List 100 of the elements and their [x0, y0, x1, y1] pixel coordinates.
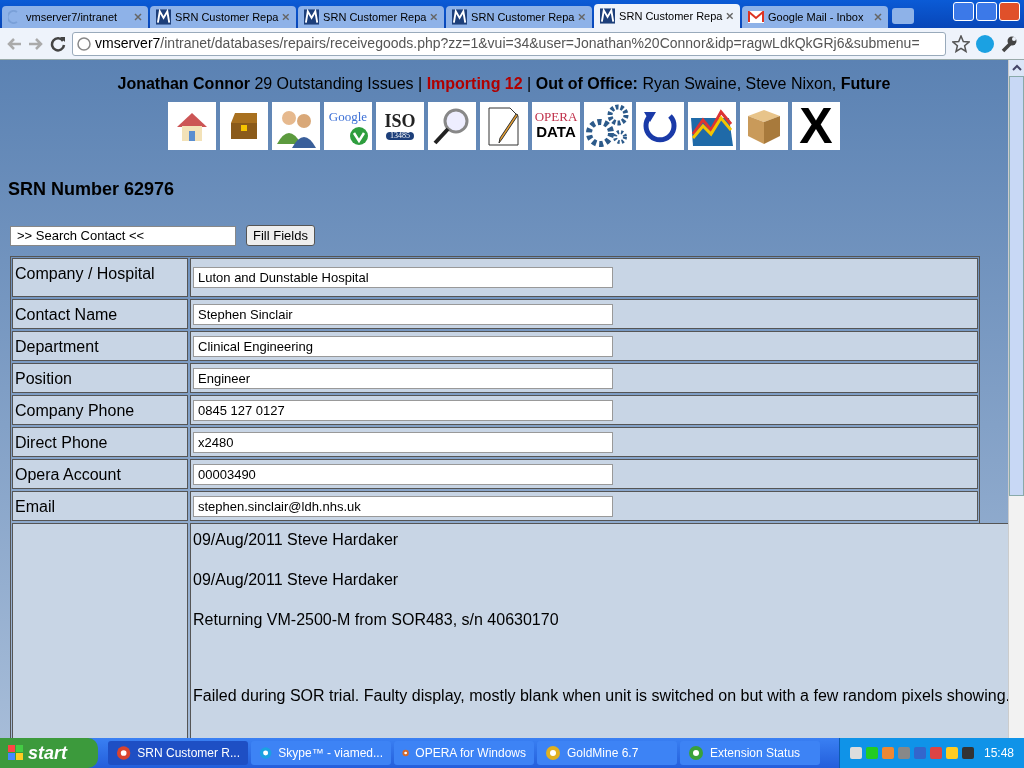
logo-icon [452, 9, 468, 25]
home-icon[interactable] [168, 102, 216, 150]
google-icon[interactable]: Google [324, 102, 372, 150]
tab-title: SRN Customer Repa [175, 9, 279, 25]
close-tab-icon[interactable] [578, 13, 586, 21]
taskbar-item[interactable]: OPERA for Windows [394, 741, 534, 765]
text-field[interactable]: Engineer [193, 367, 613, 389]
address-bar[interactable]: vmserver7/intranet/databases/repairs/receivegoods.php?zz=1&vui=34&user=Jonathan%20Connor&idp=ragwLdkQkGRj6&submenu= [72, 31, 946, 56]
taskbar-item[interactable]: SRN Customer R... [108, 741, 248, 765]
globe-icon [77, 36, 91, 51]
text-field[interactable]: Luton and Dunstable Hospital [193, 267, 613, 288]
text-field[interactable]: 0845 127 0127 [193, 399, 613, 421]
note-line: 09/Aug/2011 Steve Hardaker [193, 570, 400, 590]
close-tab-icon[interactable] [430, 13, 438, 21]
taskbar-item[interactable]: Extension Status [680, 741, 820, 765]
forward-icon[interactable] [28, 36, 44, 51]
page-title: SRN Number 62976 [8, 178, 176, 201]
clock: 15:48 [983, 745, 1014, 762]
iso-text: ISO [384, 112, 416, 130]
logo-icon [600, 8, 616, 24]
text-field[interactable]: Clinical Engineering [193, 335, 613, 357]
field-label: Department [12, 331, 188, 361]
taskbar-item-title: OPERA for Windows [415, 745, 526, 762]
close-tab-icon[interactable] [282, 13, 290, 21]
field-label: Opera Account [12, 459, 188, 489]
tab-title: vmserver7/intranet [26, 9, 119, 25]
taskbar-item-title: SRN Customer R... [137, 745, 240, 762]
gears-icon[interactable] [584, 102, 632, 150]
tab-title: SRN Customer Repa [619, 8, 723, 24]
close-tab-icon[interactable] [874, 13, 882, 21]
logo-icon [304, 9, 320, 25]
text-field[interactable]: Stephen Sinclair [193, 303, 613, 325]
taskbar-item-title: Extension Status [710, 745, 801, 762]
tray-icon[interactable] [961, 747, 974, 759]
tab-title: Google Mail - Inbox [768, 9, 865, 25]
iso-number: 13485 [386, 132, 414, 140]
close-tab-icon[interactable] [134, 13, 142, 21]
reload-icon[interactable] [50, 35, 66, 52]
app-icon [545, 745, 561, 761]
taskbar-item-title: GoldMine 6.7 [567, 745, 639, 762]
note-line: 09/Aug/2011 Steve Hardaker [193, 530, 400, 550]
chest-icon[interactable] [220, 102, 268, 150]
search-icon[interactable] [428, 102, 476, 150]
refresh-icon[interactable] [636, 102, 684, 150]
tab-title: SRN Customer Repa [323, 9, 427, 25]
fill-fields-button[interactable]: Fill Fields [246, 225, 315, 246]
note-line: Returning VM-2500-M from SOR483, s/n 40630170 [193, 610, 560, 630]
start-button[interactable]: start [0, 738, 98, 768]
search-field[interactable]: >> Search Contact << [10, 225, 236, 246]
browser-tab[interactable]: SRN Customer Repa [150, 6, 296, 28]
text-field[interactable]: x2480 [193, 431, 613, 453]
browser-tab[interactable]: vmserver7/intranet [2, 6, 148, 28]
windows-logo-icon [8, 745, 24, 761]
close-icon[interactable]: X [792, 102, 840, 150]
scroll-up-icon[interactable] [1009, 60, 1024, 76]
note-line: Failed during SOR trial. Faulty display, mostly blank when unit is switched on but with a few random pixels showing. [193, 686, 1008, 706]
people-icon[interactable] [272, 102, 320, 150]
data-text: DATA [536, 123, 576, 142]
taskbar-item-title: Skype™ - viamed... [278, 745, 383, 762]
back-icon[interactable] [6, 36, 22, 51]
field-label: Contact Name [12, 299, 188, 329]
browser-tab[interactable]: SRN Customer Repa [446, 6, 592, 28]
field-label: Email [12, 491, 188, 521]
taskbar-item[interactable]: Skype™ - viamed... [251, 741, 391, 765]
opera-text: OPERA [534, 110, 578, 124]
logo-icon [156, 9, 172, 25]
app-icon [116, 745, 132, 761]
star-icon[interactable] [952, 34, 970, 53]
taskbar-item[interactable]: GoldMine 6.7 [537, 741, 677, 765]
tab-title: SRN Customer Repa [471, 9, 575, 25]
field-label: Direct Phone [12, 427, 188, 457]
browser-tab[interactable]: SRN Customer Repa [298, 6, 444, 28]
scrollbar[interactable] [1008, 60, 1024, 738]
text-field[interactable]: stephen.sinclair@ldh.nhs.uk [193, 495, 613, 517]
chart-folder-icon[interactable] [688, 102, 736, 150]
browser-tab[interactable]: Google Mail - Inbox [742, 6, 888, 28]
tray-icon[interactable] [849, 747, 862, 759]
text-field[interactable]: 00003490 [193, 463, 613, 485]
browser-tab[interactable]: SRN Customer Repa [594, 4, 740, 28]
google-text: Google [328, 108, 368, 127]
field-label: Company / Hospital [12, 258, 188, 297]
mail-icon [748, 11, 764, 23]
scroll-thumb[interactable] [1009, 76, 1024, 496]
close-window-button[interactable] [999, 2, 1020, 21]
app-icon [259, 745, 273, 761]
box-icon[interactable] [740, 102, 788, 150]
check-badge-icon [350, 126, 368, 145]
minimize-button[interactable] [953, 2, 974, 21]
document-pencil-icon[interactable] [480, 102, 528, 150]
field-label: Position [12, 363, 188, 393]
field-label: Company Phone [12, 395, 188, 425]
tray-icon[interactable] [945, 747, 958, 759]
iso-badge-icon[interactable]: ISO 13485 [376, 102, 424, 150]
url-text: vmserver7/intranet/databases/repairs/receivegoods.php?zz=1&vui=34&user=Jonathan%20Connor&idp=ragwLdkQkGRj6&submenu= [95, 34, 920, 53]
close-tab-icon[interactable] [726, 12, 734, 20]
app-icon [688, 745, 704, 761]
wrench-icon[interactable] [1000, 34, 1018, 53]
opera-data-logo[interactable]: OPERA DATA [532, 102, 580, 150]
close-text: X [799, 102, 833, 150]
maximize-button[interactable] [976, 2, 997, 21]
